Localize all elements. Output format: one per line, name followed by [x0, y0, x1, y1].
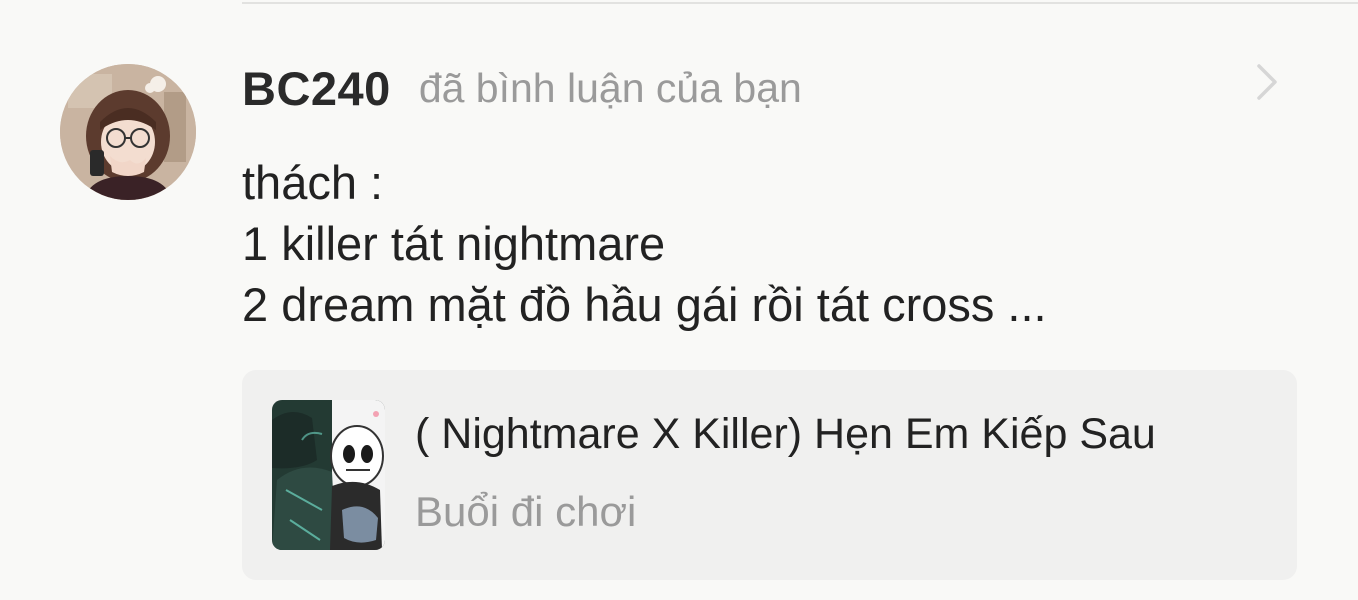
user-avatar-icon — [60, 64, 196, 200]
story-title[interactable]: ( Nightmare X Killer) Hẹn Em Kiếp Sau — [415, 410, 1156, 459]
comment-line: thách : — [242, 156, 384, 209]
comment-text: thách : 1 killer tát nightmare 2 dream m… — [242, 152, 1047, 335]
top-divider — [242, 2, 1358, 4]
chevron-right-icon[interactable] — [1250, 60, 1284, 104]
story-card[interactable]: ( Nightmare X Killer) Hẹn Em Kiếp Sau Bu… — [242, 370, 1297, 580]
comment-line: 2 dream mặt đồ hầu gái rồi tát cross ... — [242, 278, 1047, 331]
username[interactable]: BC240 — [242, 61, 391, 116]
user-avatar[interactable] — [60, 64, 196, 200]
notification-action-text: đã bình luận của bạn — [418, 64, 802, 111]
notification-header: BC240 đã bình luận của bạn — [242, 58, 802, 118]
chapter-title: Buổi đi chơi — [415, 488, 637, 535]
story-cover-image — [272, 400, 385, 550]
comment-line: 1 killer tát nightmare — [242, 217, 666, 270]
